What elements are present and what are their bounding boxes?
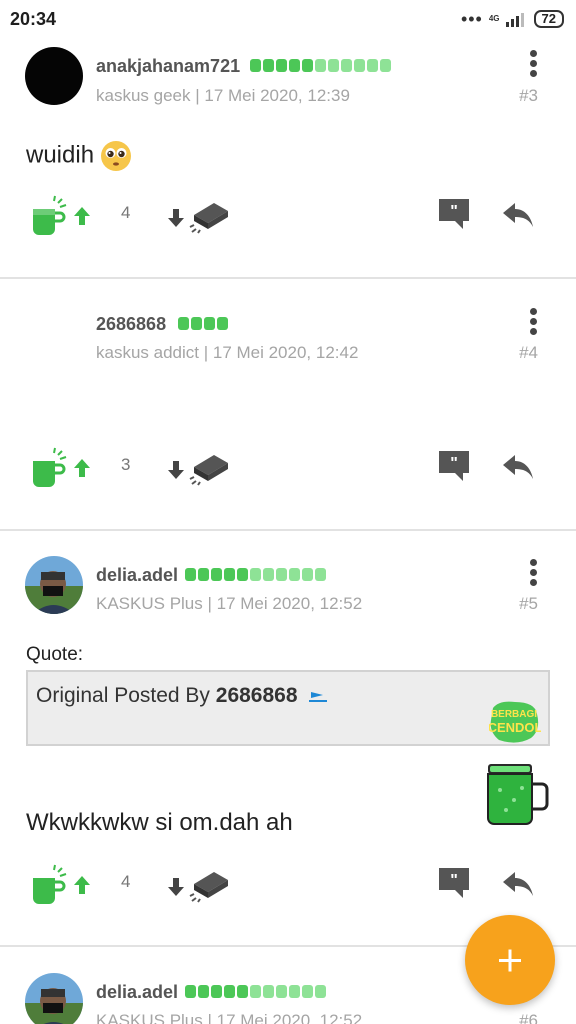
post-text: Wkwkkwkw si om.dah ah <box>26 809 293 836</box>
avatar[interactable] <box>25 973 83 1024</box>
svg-text:": " <box>450 872 458 889</box>
post-number: #4 <box>519 343 538 362</box>
signal-icon <box>505 13 524 27</box>
status-icons: ••• 4G 72 <box>461 10 564 28</box>
post-text: wuidih <box>26 141 95 169</box>
cendol-jar-sticker <box>487 764 549 825</box>
post-divider <box>0 529 576 531</box>
more-options-icon[interactable] <box>530 308 538 336</box>
quote-box: Original Posted By 2686868 BERBAGI CENDO… <box>26 670 550 746</box>
quote-label: Quote: <box>26 644 84 665</box>
reputation-bar <box>250 59 391 72</box>
post-actions: 3 " <box>0 447 576 491</box>
quote-header: Original Posted By 2686868 <box>36 684 328 708</box>
bata-brick-icon[interactable] <box>186 868 230 904</box>
bata-brick-icon[interactable] <box>186 451 230 487</box>
post-content: wuidih <box>26 140 132 172</box>
quote-prefix: Original Posted By <box>36 684 210 707</box>
post-meta: kaskus addict | 17 Mei 2020, 12:42 <box>96 343 359 362</box>
plus-icon <box>499 949 521 972</box>
more-options-icon[interactable] <box>530 50 538 78</box>
upvote-arrow-icon[interactable] <box>72 205 92 227</box>
svg-text:BERBAGI: BERBAGI <box>491 709 537 720</box>
downvote-arrow-icon[interactable] <box>166 207 186 229</box>
reputation-bar <box>185 568 326 581</box>
go-to-quote-icon[interactable] <box>309 688 328 702</box>
username[interactable]: anakjahanam721 <box>96 56 240 77</box>
cendol-count: 3 <box>121 455 131 474</box>
post-meta: kaskus geek | 17 Mei 2020, 12:39 <box>96 86 350 105</box>
cendol-glass-icon[interactable] <box>30 447 70 489</box>
post-number: #3 <box>519 86 538 105</box>
post-actions: 4 " <box>0 864 576 908</box>
avatar[interactable] <box>25 556 83 614</box>
downvote-arrow-icon[interactable] <box>166 459 186 481</box>
cendol-glass-icon[interactable] <box>30 864 70 906</box>
post-meta: KASKUS Plus | 17 Mei 2020, 12:52 <box>96 1011 363 1024</box>
berbagi-cendol-sticker: BERBAGI CENDOL <box>489 701 541 743</box>
cendol-count: 4 <box>121 872 131 891</box>
more-options-icon[interactable] <box>530 559 538 587</box>
post-number: #5 <box>519 594 538 613</box>
battery-indicator: 72 <box>533 10 564 28</box>
network-indicator: 4G <box>488 14 500 23</box>
reply-icon[interactable] <box>501 870 535 898</box>
username[interactable]: delia.adel <box>96 565 178 586</box>
post-meta: KASKUS Plus | 17 Mei 2020, 12:52 <box>96 594 363 613</box>
upvote-arrow-icon[interactable] <box>72 457 92 479</box>
upvote-arrow-icon[interactable] <box>72 874 92 896</box>
quote-reply-icon[interactable]: " <box>437 866 471 900</box>
status-bar: 20:34 ••• 4G 72 <box>0 0 576 40</box>
bata-brick-icon[interactable] <box>186 199 230 235</box>
reputation-bar <box>185 985 326 998</box>
cendol-count: 4 <box>121 203 131 222</box>
avatar[interactable] <box>25 47 83 105</box>
quote-author[interactable]: 2686868 <box>216 684 298 707</box>
post-number: #6 <box>519 1011 538 1024</box>
username[interactable]: delia.adel <box>96 982 178 1003</box>
post-actions: 4 " <box>0 195 576 239</box>
status-time: 20:34 <box>10 9 57 29</box>
cendol-glass-icon[interactable] <box>30 195 70 237</box>
reply-icon[interactable] <box>501 453 535 481</box>
new-post-button[interactable] <box>465 915 555 1005</box>
username[interactable]: 2686868 <box>96 314 166 335</box>
svg-text:": " <box>450 455 458 472</box>
reply-icon[interactable] <box>501 201 535 229</box>
svg-text:CENDOL: CENDOL <box>489 720 541 735</box>
post-divider <box>0 277 576 279</box>
more-notifications-icon: ••• <box>460 9 483 29</box>
pleading-face-emoji <box>101 141 132 171</box>
reputation-bar <box>178 317 228 330</box>
downvote-arrow-icon[interactable] <box>166 876 186 898</box>
svg-text:": " <box>450 203 458 220</box>
quote-reply-icon[interactable]: " <box>437 197 471 231</box>
quote-reply-icon[interactable]: " <box>437 449 471 483</box>
